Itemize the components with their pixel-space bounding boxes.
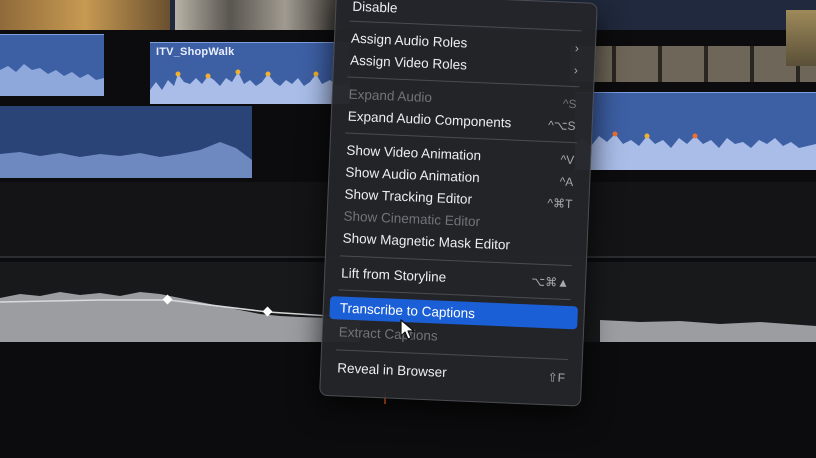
audio-clip[interactable] bbox=[575, 92, 816, 170]
audio-clip-itv-shopwalk[interactable]: ITV_ShopWalk bbox=[150, 42, 350, 104]
context-menu: Disable Assign Audio Roles › Assign Vide… bbox=[319, 0, 598, 407]
submenu-chevron-icon: › bbox=[574, 40, 580, 55]
menu-item-lift-from-storyline[interactable]: Lift from Storyline ⌥⌘▲ bbox=[331, 262, 580, 293]
video-thumbnail[interactable] bbox=[0, 0, 170, 30]
submenu-chevron-icon: › bbox=[573, 62, 579, 77]
video-thumbnail[interactable] bbox=[175, 0, 340, 30]
clip-name: ITV_ShopWalk bbox=[156, 46, 235, 58]
mouse-pointer-icon bbox=[400, 319, 415, 340]
audio-clip[interactable] bbox=[0, 34, 104, 96]
audio-clip[interactable] bbox=[0, 106, 252, 178]
audio-waveform bbox=[575, 131, 816, 170]
audio-waveform bbox=[150, 69, 350, 104]
audio-waveform bbox=[0, 64, 104, 96]
video-thumbnails-right[interactable] bbox=[570, 46, 816, 82]
audio-waveform bbox=[0, 142, 252, 178]
video-thumbnail[interactable] bbox=[786, 10, 816, 66]
menu-item-reveal-in-browser[interactable]: Reveal in Browser ⇧F bbox=[327, 357, 576, 388]
